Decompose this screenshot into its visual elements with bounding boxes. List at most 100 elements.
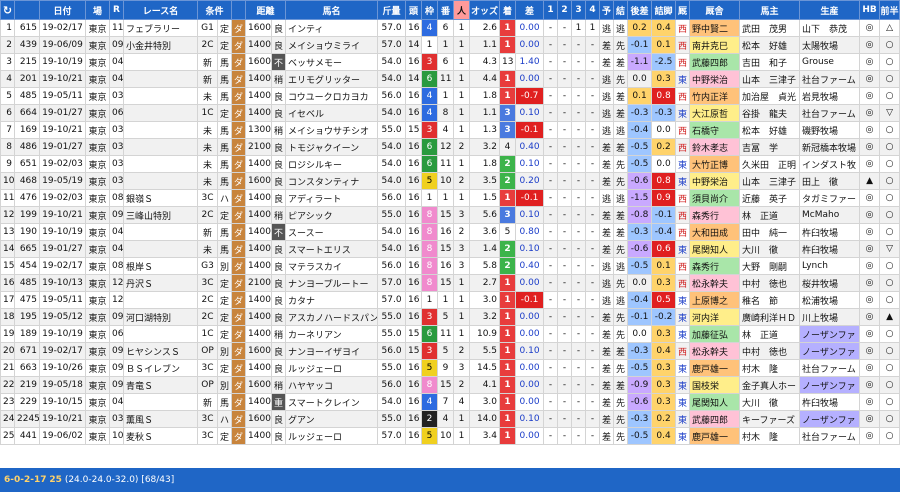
col-tsume[interactable]: 詰脚 — [651, 0, 677, 20]
table-row[interactable]: 25 441 19-06/02 東京 10 麦秋Ｓ 3C 定ダ 1400 良ルッジェーロ 57.0 1… — [0, 427, 900, 445]
table-row[interactable]: 4 201 19-10/21 東京 04 新馬ダ 1400 稍エリモグリッター 54.0 14 6 1… — [0, 70, 900, 88]
row-number: 1 — [0, 19, 15, 37]
col-horse[interactable]: 馬名 — [285, 0, 379, 20]
col-predict[interactable]: 予 — [599, 0, 615, 20]
horse-number: 11 — [437, 325, 455, 343]
table-row[interactable]: 23 229 19-10/15 東京 04 新馬ダ 1400 重スマートクレイン 54.0 16 4… — [0, 393, 900, 411]
table-row[interactable]: 15 454 19-02/17 東京 08 根岸Ｓ G3 別ダ 1400 良マテラスカイ 56.0 1… — [0, 257, 900, 275]
col-surface[interactable] — [231, 0, 247, 20]
race-id: 190 — [14, 223, 40, 241]
table-row[interactable]: 22 219 19-05/18 東京 09 青竜Ｓ OP 別ダ 1600 稍ハヤヤッコ 56.0 16… — [0, 376, 900, 394]
race-id: 671 — [14, 342, 40, 360]
weight: 54.0 — [377, 53, 407, 71]
col-ban[interactable]: 番 — [437, 0, 455, 20]
col-grade[interactable]: 条件 — [196, 0, 233, 20]
row-number: 12 — [0, 206, 15, 224]
field-size: 16 — [405, 359, 423, 377]
hb-mark: ◎ — [859, 121, 881, 139]
col-hb[interactable]: HB — [859, 0, 881, 20]
table-row[interactable]: 6 664 19-01/27 東京 06 1C 定ダ 1400 良イセベル 54.0 16 4 8 1 1.… — [0, 104, 900, 122]
closing-speed: 0.9 — [651, 189, 677, 207]
table-row[interactable]: 11 476 19-02/03 東京 08 銀嶺Ｓ 3C ハダ 1400 良アディラート 56.0 1… — [0, 189, 900, 207]
corner-2: - — [557, 223, 573, 241]
table-row[interactable]: 18 195 19-05/12 東京 09 河口湖特別 2C 定ダ 1400 良アスカノハードスパ… — [0, 308, 900, 326]
stable-region: 東 — [675, 240, 691, 258]
table-row[interactable]: 7 169 19-10/21 東京 03 未馬ダ 1300 稍メイショウサチシオ 55.0 15 3… — [0, 121, 900, 139]
col-c1[interactable]: 1 — [543, 0, 559, 20]
col-waku[interactable]: 枠 — [421, 0, 439, 20]
col-finish[interactable]: 着 — [499, 0, 517, 20]
col-owner[interactable]: 馬主 — [739, 0, 801, 20]
track-condition: 稍 — [271, 206, 287, 224]
corner-1: - — [543, 19, 559, 37]
col-race[interactable]: レース名 — [123, 0, 198, 20]
gate-frame: 8 — [421, 257, 439, 275]
race-condition: 馬 — [216, 70, 233, 88]
corner-3: - — [571, 155, 587, 173]
col-c2[interactable]: 2 — [557, 0, 573, 20]
col-stable-region[interactable]: 厩 — [675, 0, 691, 20]
col-result[interactable]: 結 — [613, 0, 629, 20]
col-breeder[interactable]: 生産 — [799, 0, 861, 20]
col-heads[interactable]: 頭 — [405, 0, 423, 20]
owner: 松本 好雄 — [739, 36, 801, 54]
late-diff: 0.0 — [627, 325, 653, 343]
col-margin[interactable]: 差 — [515, 0, 545, 20]
corner-4: - — [585, 206, 601, 224]
horse-number: 12 — [437, 138, 455, 156]
corner-2: - — [557, 427, 573, 445]
col-trainer[interactable]: 厩舎 — [689, 0, 741, 20]
table-row[interactable]: 1 615 19-02/17 東京 11 フェブラリー G1 定ダ 1600 良インティ 57.0 1… — [0, 19, 900, 37]
venue: 東京 — [85, 104, 110, 122]
table-row[interactable]: 13 190 19-10/19 東京 04 新馬ダ 1400 不スースー 54.0 16 8 16 2 3… — [0, 223, 900, 241]
table-row[interactable]: 2 439 19-06/09 東京 09 小金井特別 2C 定ダ 1400 良メイショウミライ 57… — [0, 36, 900, 54]
late-diff: 0.2 — [627, 19, 653, 37]
race-date: 19-10/21 — [39, 206, 86, 224]
horse-number: 10 — [437, 172, 455, 190]
table-row[interactable]: 3 215 19-10/19 東京 04 新馬ダ 1600 不ベッサメモー 54.0 16 3 6 1 4… — [0, 53, 900, 71]
col-weight[interactable]: 斤量 — [377, 0, 407, 20]
predicted-style: 差 — [599, 393, 615, 411]
table-row[interactable]: 19 189 19-10/19 東京 06 1C 定ダ 1400 稍カーネリアン 55.0 15 6 1… — [0, 325, 900, 343]
col-c3[interactable]: 3 — [571, 0, 587, 20]
horse-name: ルッジェーロ — [285, 427, 379, 445]
corner-4: - — [585, 257, 601, 275]
closing-speed: -0.1 — [651, 206, 677, 224]
weight: 56.0 — [377, 257, 407, 275]
col-r[interactable]: R — [109, 0, 124, 20]
table-row[interactable]: 20 671 19-02/17 東京 09 ヒヤシンスＳ OP 別ダ 1600 良ナンヨーイザヨイ… — [0, 342, 900, 360]
col-id[interactable] — [14, 0, 40, 20]
race-id: 189 — [14, 325, 40, 343]
odds: 4.1 — [469, 376, 501, 394]
table-row[interactable]: 10 468 19-05/19 東京 03 未馬ダ 1600 良コンスタンティナ 54.0 16 5… — [0, 172, 900, 190]
first-half-mark: ○ — [879, 393, 900, 411]
table-row[interactable]: 12 199 19-10/21 東京 09 三峰山特別 2C 定ダ 1400 稍ピアシック 55.0… — [0, 206, 900, 224]
table-row[interactable]: 17 475 19-05/11 東京 12 2C 定ダ 1400 良カタナ 57.0 16 1 1 1 3.… — [0, 291, 900, 309]
col-popularity[interactable]: 人 — [453, 0, 471, 20]
odds: 1.3 — [469, 121, 501, 139]
first-half-mark: ○ — [879, 291, 900, 309]
table-row[interactable]: 24 2245 19-10/21 東京 03 薫風Ｓ 3C ハダ 1600 良グアン 55.0 16 2… — [0, 410, 900, 428]
col-distance[interactable]: 距離 — [245, 0, 287, 20]
table-row[interactable]: 14 665 19-01/27 東京 04 未馬ダ 1400 良スマートエリス 54.0 16 8 1… — [0, 240, 900, 258]
col-c4[interactable]: 4 — [585, 0, 601, 20]
refresh-icon[interactable]: ↻ — [0, 0, 15, 20]
table-row[interactable]: 16 485 19-10/13 東京 12 丹沢Ｓ 3C 定ダ 2100 良ナンヨープルートー 57… — [0, 274, 900, 292]
table-row[interactable]: 8 486 19-01/27 東京 03 未馬ダ 2100 良トモジャクイーン 54.0 16 6 1… — [0, 138, 900, 156]
race-name — [123, 87, 198, 105]
track-condition: 不 — [271, 53, 287, 71]
race-id: 169 — [14, 121, 40, 139]
col-place[interactable]: 場 — [85, 0, 110, 20]
race-name — [123, 53, 198, 71]
col-odds[interactable]: オッズ — [469, 0, 501, 20]
predicted-style: 差 — [599, 138, 615, 156]
table-row[interactable]: 21 663 19-10/26 東京 09 ＢＳイレブン 3C 定ダ 1400 良ルッジェーロ 55… — [0, 359, 900, 377]
col-late-diff[interactable]: 後差 — [627, 0, 653, 20]
col-first-half[interactable]: 前半 — [879, 0, 900, 20]
col-date[interactable]: 日付 — [39, 0, 86, 20]
table-row[interactable]: 9 651 19-02/03 東京 03 未馬ダ 1400 良ロジシルキー 54.0 16 6 11 1… — [0, 155, 900, 173]
table-row[interactable]: 5 485 19-05/11 東京 03 未馬ダ 1400 良コウユークロカヨカ 56.0 16 4… — [0, 87, 900, 105]
popularity: 1 — [453, 70, 471, 88]
horse-name: エリモグリッター — [285, 70, 379, 88]
odds: 5.8 — [469, 257, 501, 275]
